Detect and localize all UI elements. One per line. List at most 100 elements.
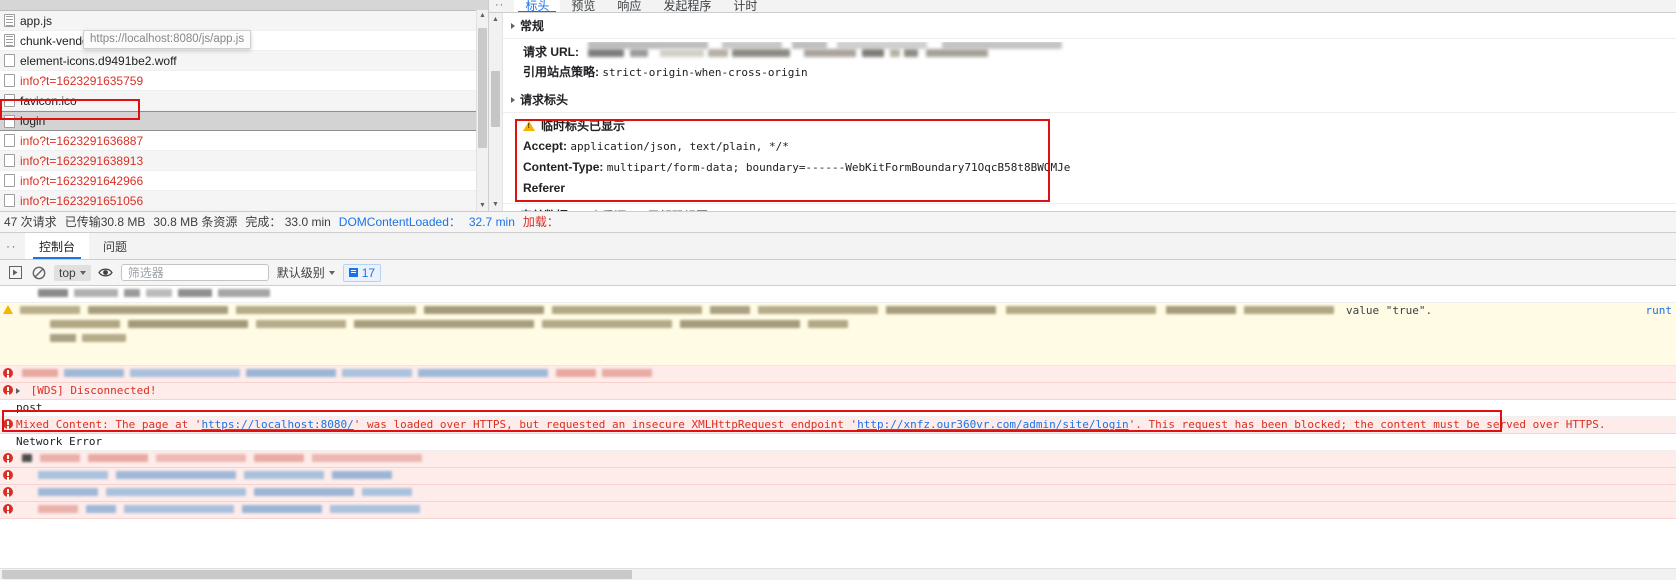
request-row-info-4[interactable]: info?t=1623291642966 (0, 171, 488, 191)
console-message-wds-disconnected[interactable]: [WDS] Disconnected! (0, 383, 1676, 400)
tab-console[interactable]: 控制台 (25, 233, 90, 259)
image-file-icon (4, 94, 15, 107)
execute-arrow-icon[interactable] (6, 264, 24, 282)
header-key: Referer (523, 181, 566, 195)
console-message-error-blurred[interactable] (0, 502, 1676, 519)
scrollbar-thumb[interactable] (2, 570, 632, 579)
request-headers-section-header[interactable]: 请求标头 (503, 87, 1676, 113)
issues-badge[interactable]: 17 (342, 263, 382, 282)
console-message-mixed-content[interactable]: Mixed Content: The page at 'https://loca… (0, 417, 1676, 434)
console-message-error-blurred[interactable] (0, 366, 1676, 383)
network-body: app.js chunk-vendors.js element-icons.d9… (0, 0, 1676, 211)
tab-timing[interactable]: 计时 (722, 0, 768, 12)
request-row-app-js[interactable]: app.js (0, 11, 488, 31)
provisional-headers-notice: 临时标头已显示 (503, 116, 1676, 136)
console-message-network-error[interactable]: Network Error (0, 434, 1676, 451)
message-gutter (0, 304, 16, 314)
scrollbar-thumb[interactable] (491, 71, 500, 127)
console-message-error-blurred[interactable] (0, 485, 1676, 502)
execution-context-label: top (59, 265, 76, 280)
console-message-list[interactable]: value "true". runt [WDS] Disconnected! p… (0, 286, 1676, 580)
scroll-down-icon[interactable]: ▼ (477, 200, 488, 211)
request-row-info-5[interactable]: info?t=1623291651056 (0, 191, 488, 211)
console-drawer-tabs[interactable]: ·· 控制台 问题 (0, 233, 1676, 260)
console-filter-input[interactable]: 筛选器 (120, 264, 269, 281)
network-status-bar: 47 次请求 已传输30.8 MB 30.8 MB 条资源 完成： 33.0 m… (0, 211, 1676, 232)
console-toolbar: top 筛选器 默认级别 17 (0, 260, 1676, 286)
scrollbar-thumb[interactable] (478, 28, 487, 148)
request-row-info-3[interactable]: info?t=1623291638913 (0, 151, 488, 171)
font-file-icon (4, 54, 15, 67)
request-detail-pane: ·· 标头 预览 响应 发起程序 计时 ▲ ▼ 常规 请求 URL: 引用站点策… (489, 0, 1676, 211)
request-name: info?t=1623291651056 (20, 193, 144, 208)
message-gutter (0, 435, 16, 436)
console-message-error-blurred[interactable] (0, 451, 1676, 468)
tab-initiator[interactable]: 发起程序 (652, 0, 722, 12)
view-source-button[interactable]: 查看源 (590, 207, 626, 211)
page-origin-link[interactable]: https://localhost:8080/ (201, 418, 353, 431)
tab-issues[interactable]: 问题 (89, 233, 141, 259)
xhr-file-icon (4, 114, 15, 128)
request-row-info-1[interactable]: info?t=1623291635759 (0, 71, 488, 91)
error-circle-icon (3, 419, 13, 429)
scroll-up-icon[interactable]: ▲ (489, 13, 502, 26)
message-gutter (0, 503, 16, 514)
clear-console-icon[interactable] (30, 264, 48, 282)
live-expression-eye-icon[interactable] (97, 264, 115, 282)
drawer-overflow-icon[interactable]: ·· (4, 233, 25, 259)
request-row-element-icons-woff[interactable]: element-icons.d9491be2.woff (0, 51, 488, 71)
message-gutter (0, 384, 16, 395)
message-text: post (16, 401, 43, 414)
insecure-endpoint-link[interactable]: http://xnfz.our360vr.com/admin/site/logi… (857, 418, 1129, 431)
tab-headers[interactable]: 标头 (514, 0, 561, 12)
tab-preview[interactable]: 预览 (560, 0, 606, 12)
xhr-file-icon (4, 174, 15, 187)
resource-size: 30.8 MB 条资源 (153, 215, 238, 229)
detail-scrollbar[interactable]: ▲ ▼ (489, 13, 503, 211)
message-body: post (16, 401, 1676, 415)
transferred-size: 已传输30.8 MB (64, 215, 146, 229)
referrer-policy-row: 引用站点策略: strict-origin-when-cross-origin (503, 62, 1676, 83)
request-headers-section-title: 请求标头 (520, 93, 569, 107)
general-section-header[interactable]: 常规 (503, 13, 1676, 39)
tab-response[interactable]: 响应 (606, 0, 652, 12)
message-text: Network Error (16, 435, 103, 448)
console-message-warning[interactable]: value "true". runt (0, 303, 1676, 366)
error-circle-icon (3, 504, 13, 514)
request-detail-tabs[interactable]: ·· 标头 预览 响应 发起程序 计时 (489, 0, 1676, 13)
form-data-section-header[interactable]: 表单数据 查看源 已解码视图 (503, 203, 1676, 211)
request-row-favicon[interactable]: favicon.ico (0, 91, 488, 111)
request-row-login[interactable]: login (0, 111, 488, 131)
message-body (16, 486, 1676, 498)
message-gutter (0, 452, 16, 463)
request-name: info?t=1623291642966 (20, 173, 144, 188)
console-message-error-blurred[interactable] (0, 468, 1676, 485)
console-message-post[interactable]: post (0, 400, 1676, 417)
message-body: [WDS] Disconnected! (16, 384, 1676, 398)
network-request-list[interactable]: app.js chunk-vendors.js element-icons.d9… (0, 0, 489, 211)
execution-context-selector[interactable]: top (54, 264, 91, 281)
network-panel: app.js chunk-vendors.js element-icons.d9… (0, 0, 1676, 233)
chevron-down-icon (511, 96, 515, 103)
header-value: multipart/form-data; boundary=------WebK… (606, 161, 1071, 174)
view-decoded-button[interactable]: 已解码视图 (648, 207, 708, 211)
scroll-down-icon[interactable]: ▼ (489, 198, 502, 211)
request-url-value-redacted (582, 42, 1072, 61)
header-row-accept: Accept: application/json, text/plain, */… (503, 136, 1676, 157)
expand-arrow-icon[interactable] (16, 388, 20, 394)
request-list-scrollbar[interactable]: ▲ ▼ (476, 10, 488, 211)
console-message-blurred[interactable] (0, 286, 1676, 303)
blurred-text (16, 469, 1670, 481)
console-horizontal-scrollbar[interactable] (0, 568, 1676, 580)
issues-count: 17 (361, 265, 376, 280)
devtools-window: app.js chunk-vendors.js element-icons.d9… (0, 0, 1676, 580)
message-source-link[interactable]: runt (1646, 304, 1676, 318)
console-log-level-selector[interactable]: 默认级别 (275, 264, 337, 281)
request-row-info-2[interactable]: info?t=1623291636887 (0, 131, 488, 151)
chevron-down-icon (79, 270, 86, 275)
url-tooltip: https://localhost:8080/js/app.js (83, 30, 252, 49)
header-key: Accept: (523, 139, 568, 153)
scroll-up-icon[interactable]: ▲ (477, 10, 488, 21)
finish-time: 完成： 33.0 min (245, 215, 331, 229)
detail-tabs-overflow-icon[interactable]: ·· (495, 0, 504, 12)
